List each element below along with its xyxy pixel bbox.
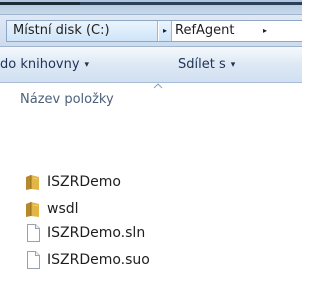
explorer-window: Místní disk (C:) ▸ RefAgent ▸ do knihovn… — [0, 0, 302, 293]
document-icon — [27, 224, 40, 242]
breadcrumb-separator-icon[interactable]: ▸ — [159, 21, 172, 41]
list-item[interactable]: ISZRDemo.sln — [0, 220, 302, 246]
folder-icon — [26, 175, 39, 190]
chevron-down-icon: ▾ — [230, 60, 236, 70]
breadcrumb-local-disk[interactable]: Místní disk (C:) — [7, 21, 158, 41]
command-toolbar: do knihovny ▾ Sdílet s ▾ — [0, 47, 302, 83]
title-strip-line-2 — [80, 2, 302, 5]
share-with-button[interactable]: Sdílet s ▾ — [178, 47, 235, 82]
column-header-name[interactable]: Název položky — [0, 83, 302, 113]
include-in-library-button[interactable]: do knihovny ▾ — [0, 47, 89, 82]
folder-icon — [26, 202, 39, 217]
file-name: ISZRDemo — [47, 174, 121, 190]
file-name: wsdl — [47, 201, 79, 217]
file-list: Název položky ISZRDemo wsdl ISZRDemo.sln… — [0, 83, 302, 293]
share-with-label: Sdílet s — [178, 57, 226, 72]
file-name: ISZRDemo.sln — [47, 225, 146, 241]
breadcrumb-separator-icon[interactable]: ▸ — [259, 21, 271, 41]
breadcrumb-refagent[interactable]: RefAgent — [175, 21, 235, 41]
address-bar: Místní disk (C:) ▸ RefAgent ▸ — [0, 14, 302, 47]
window-title-strip — [0, 0, 302, 14]
chevron-down-icon: ▾ — [84, 60, 90, 70]
list-item[interactable]: ISZRDemo — [0, 169, 302, 195]
include-in-library-label: do knihovny — [0, 57, 80, 72]
column-header-label: Název položky — [20, 92, 114, 107]
list-item[interactable]: wsdl — [0, 196, 302, 222]
document-icon — [27, 251, 40, 269]
file-name: ISZRDemo.suo — [47, 252, 150, 268]
sort-ascending-icon — [153, 83, 163, 89]
breadcrumb[interactable]: Místní disk (C:) ▸ RefAgent ▸ — [6, 20, 302, 42]
list-item[interactable]: ISZRDemo.suo — [0, 247, 302, 273]
